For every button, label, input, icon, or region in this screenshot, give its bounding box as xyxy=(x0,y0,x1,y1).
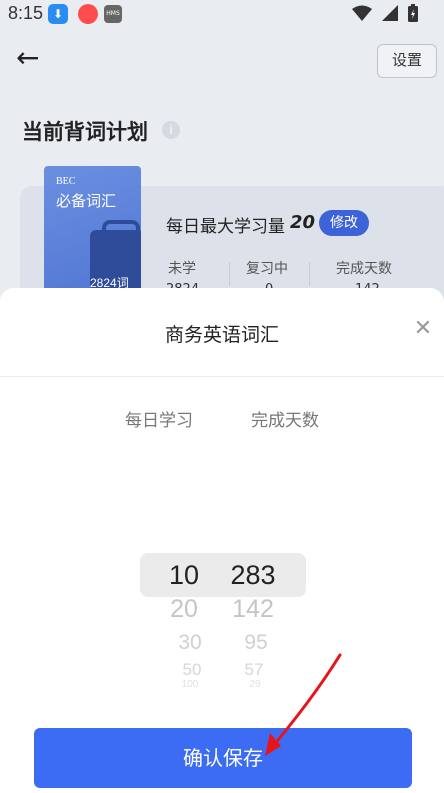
annotation-arrow xyxy=(265,653,342,756)
